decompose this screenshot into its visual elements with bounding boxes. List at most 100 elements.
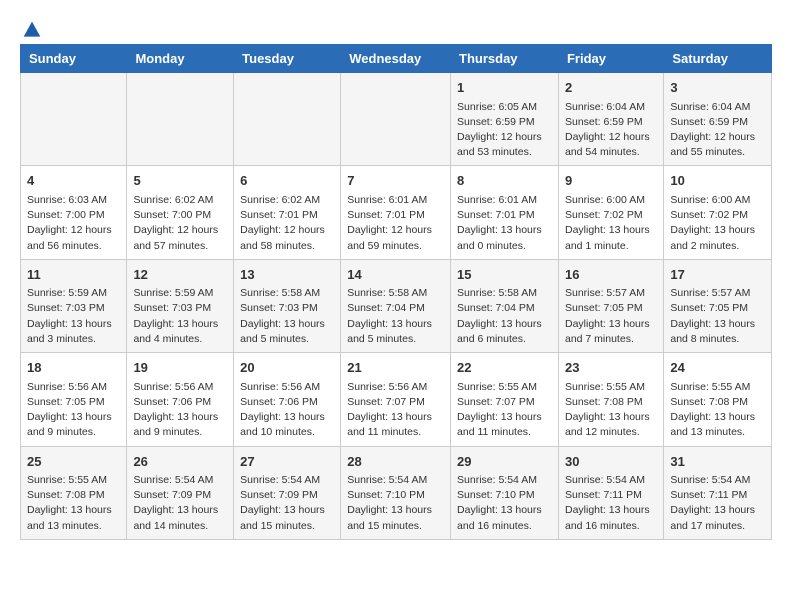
calendar-cell: 20Sunrise: 5:56 AM Sunset: 7:06 PM Dayli… (234, 353, 341, 446)
day-info: Sunrise: 6:01 AM Sunset: 7:01 PM Dayligh… (457, 193, 552, 254)
calendar-cell: 31Sunrise: 5:54 AM Sunset: 7:11 PM Dayli… (664, 446, 772, 539)
day-number: 25 (27, 452, 120, 472)
day-header-friday: Friday (558, 45, 663, 73)
calendar-cell: 16Sunrise: 5:57 AM Sunset: 7:05 PM Dayli… (558, 259, 663, 352)
day-info: Sunrise: 5:55 AM Sunset: 7:08 PM Dayligh… (670, 380, 765, 441)
day-info: Sunrise: 6:01 AM Sunset: 7:01 PM Dayligh… (347, 193, 444, 254)
day-info: Sunrise: 5:59 AM Sunset: 7:03 PM Dayligh… (27, 286, 120, 347)
calendar-cell: 26Sunrise: 5:54 AM Sunset: 7:09 PM Dayli… (127, 446, 234, 539)
day-info: Sunrise: 5:55 AM Sunset: 7:07 PM Dayligh… (457, 380, 552, 441)
day-number: 18 (27, 358, 120, 378)
calendar-cell (21, 73, 127, 166)
day-number: 27 (240, 452, 334, 472)
calendar-cell: 8Sunrise: 6:01 AM Sunset: 7:01 PM Daylig… (451, 166, 559, 259)
calendar-cell: 3Sunrise: 6:04 AM Sunset: 6:59 PM Daylig… (664, 73, 772, 166)
day-info: Sunrise: 5:54 AM Sunset: 7:10 PM Dayligh… (457, 473, 552, 534)
calendar-cell: 21Sunrise: 5:56 AM Sunset: 7:07 PM Dayli… (341, 353, 451, 446)
day-number: 13 (240, 265, 334, 285)
day-number: 10 (670, 171, 765, 191)
day-number: 30 (565, 452, 657, 472)
calendar-cell: 5Sunrise: 6:02 AM Sunset: 7:00 PM Daylig… (127, 166, 234, 259)
day-info: Sunrise: 5:54 AM Sunset: 7:09 PM Dayligh… (240, 473, 334, 534)
day-info: Sunrise: 5:55 AM Sunset: 7:08 PM Dayligh… (27, 473, 120, 534)
logo-icon (22, 20, 42, 40)
day-info: Sunrise: 5:54 AM Sunset: 7:11 PM Dayligh… (565, 473, 657, 534)
calendar-cell: 1Sunrise: 6:05 AM Sunset: 6:59 PM Daylig… (451, 73, 559, 166)
logo (20, 20, 42, 34)
day-number: 22 (457, 358, 552, 378)
calendar-cell: 2Sunrise: 6:04 AM Sunset: 6:59 PM Daylig… (558, 73, 663, 166)
day-number: 24 (670, 358, 765, 378)
day-info: Sunrise: 5:56 AM Sunset: 7:06 PM Dayligh… (240, 380, 334, 441)
calendar-cell: 9Sunrise: 6:00 AM Sunset: 7:02 PM Daylig… (558, 166, 663, 259)
calendar-cell: 6Sunrise: 6:02 AM Sunset: 7:01 PM Daylig… (234, 166, 341, 259)
day-info: Sunrise: 5:56 AM Sunset: 7:06 PM Dayligh… (133, 380, 227, 441)
day-info: Sunrise: 5:59 AM Sunset: 7:03 PM Dayligh… (133, 286, 227, 347)
day-number: 6 (240, 171, 334, 191)
calendar-cell: 29Sunrise: 5:54 AM Sunset: 7:10 PM Dayli… (451, 446, 559, 539)
day-info: Sunrise: 5:57 AM Sunset: 7:05 PM Dayligh… (565, 286, 657, 347)
calendar-cell: 13Sunrise: 5:58 AM Sunset: 7:03 PM Dayli… (234, 259, 341, 352)
day-info: Sunrise: 6:02 AM Sunset: 7:01 PM Dayligh… (240, 193, 334, 254)
calendar-week-2: 4Sunrise: 6:03 AM Sunset: 7:00 PM Daylig… (21, 166, 772, 259)
day-number: 12 (133, 265, 227, 285)
calendar-cell: 22Sunrise: 5:55 AM Sunset: 7:07 PM Dayli… (451, 353, 559, 446)
day-header-thursday: Thursday (451, 45, 559, 73)
calendar-cell (127, 73, 234, 166)
calendar-cell: 24Sunrise: 5:55 AM Sunset: 7:08 PM Dayli… (664, 353, 772, 446)
calendar-cell: 18Sunrise: 5:56 AM Sunset: 7:05 PM Dayli… (21, 353, 127, 446)
day-header-tuesday: Tuesday (234, 45, 341, 73)
calendar-week-4: 18Sunrise: 5:56 AM Sunset: 7:05 PM Dayli… (21, 353, 772, 446)
day-number: 19 (133, 358, 227, 378)
day-info: Sunrise: 5:54 AM Sunset: 7:09 PM Dayligh… (133, 473, 227, 534)
day-info: Sunrise: 6:02 AM Sunset: 7:00 PM Dayligh… (133, 193, 227, 254)
day-info: Sunrise: 6:04 AM Sunset: 6:59 PM Dayligh… (670, 100, 765, 161)
page-header (20, 20, 772, 34)
day-info: Sunrise: 5:54 AM Sunset: 7:10 PM Dayligh… (347, 473, 444, 534)
day-number: 11 (27, 265, 120, 285)
day-number: 5 (133, 171, 227, 191)
day-number: 21 (347, 358, 444, 378)
day-header-monday: Monday (127, 45, 234, 73)
day-number: 16 (565, 265, 657, 285)
day-number: 26 (133, 452, 227, 472)
calendar-cell: 12Sunrise: 5:59 AM Sunset: 7:03 PM Dayli… (127, 259, 234, 352)
day-number: 7 (347, 171, 444, 191)
calendar-cell: 15Sunrise: 5:58 AM Sunset: 7:04 PM Dayli… (451, 259, 559, 352)
day-info: Sunrise: 5:58 AM Sunset: 7:03 PM Dayligh… (240, 286, 334, 347)
day-info: Sunrise: 5:58 AM Sunset: 7:04 PM Dayligh… (457, 286, 552, 347)
day-info: Sunrise: 5:56 AM Sunset: 7:07 PM Dayligh… (347, 380, 444, 441)
day-info: Sunrise: 5:56 AM Sunset: 7:05 PM Dayligh… (27, 380, 120, 441)
day-number: 20 (240, 358, 334, 378)
calendar-cell: 30Sunrise: 5:54 AM Sunset: 7:11 PM Dayli… (558, 446, 663, 539)
calendar-week-5: 25Sunrise: 5:55 AM Sunset: 7:08 PM Dayli… (21, 446, 772, 539)
calendar-week-1: 1Sunrise: 6:05 AM Sunset: 6:59 PM Daylig… (21, 73, 772, 166)
calendar-cell: 19Sunrise: 5:56 AM Sunset: 7:06 PM Dayli… (127, 353, 234, 446)
day-number: 3 (670, 78, 765, 98)
day-info: Sunrise: 5:55 AM Sunset: 7:08 PM Dayligh… (565, 380, 657, 441)
calendar-cell (234, 73, 341, 166)
calendar-cell: 4Sunrise: 6:03 AM Sunset: 7:00 PM Daylig… (21, 166, 127, 259)
calendar-header-row: SundayMondayTuesdayWednesdayThursdayFrid… (21, 45, 772, 73)
calendar-week-3: 11Sunrise: 5:59 AM Sunset: 7:03 PM Dayli… (21, 259, 772, 352)
calendar-cell: 10Sunrise: 6:00 AM Sunset: 7:02 PM Dayli… (664, 166, 772, 259)
day-number: 9 (565, 171, 657, 191)
calendar-cell: 7Sunrise: 6:01 AM Sunset: 7:01 PM Daylig… (341, 166, 451, 259)
day-info: Sunrise: 6:05 AM Sunset: 6:59 PM Dayligh… (457, 100, 552, 161)
day-number: 4 (27, 171, 120, 191)
day-header-sunday: Sunday (21, 45, 127, 73)
calendar-cell (341, 73, 451, 166)
calendar-table: SundayMondayTuesdayWednesdayThursdayFrid… (20, 44, 772, 540)
day-number: 14 (347, 265, 444, 285)
day-info: Sunrise: 5:58 AM Sunset: 7:04 PM Dayligh… (347, 286, 444, 347)
day-info: Sunrise: 5:57 AM Sunset: 7:05 PM Dayligh… (670, 286, 765, 347)
day-number: 17 (670, 265, 765, 285)
day-info: Sunrise: 5:54 AM Sunset: 7:11 PM Dayligh… (670, 473, 765, 534)
day-info: Sunrise: 6:04 AM Sunset: 6:59 PM Dayligh… (565, 100, 657, 161)
calendar-cell: 11Sunrise: 5:59 AM Sunset: 7:03 PM Dayli… (21, 259, 127, 352)
day-header-saturday: Saturday (664, 45, 772, 73)
day-header-wednesday: Wednesday (341, 45, 451, 73)
day-number: 8 (457, 171, 552, 191)
day-number: 28 (347, 452, 444, 472)
day-info: Sunrise: 6:00 AM Sunset: 7:02 PM Dayligh… (670, 193, 765, 254)
